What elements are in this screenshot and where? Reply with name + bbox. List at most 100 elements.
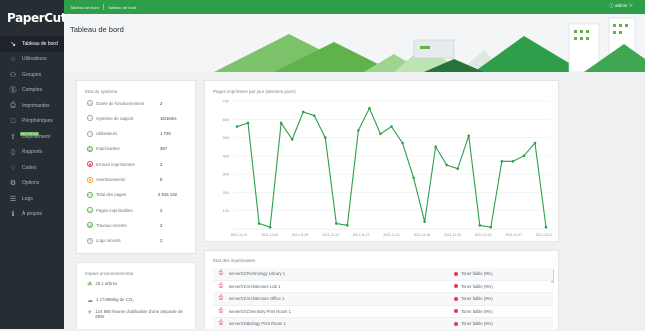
- status-value: 8: [160, 177, 163, 182]
- data-point: [412, 176, 415, 180]
- status-label: Total des pages: [96, 192, 127, 198]
- about-icon: ℹ: [11, 211, 15, 219]
- printer-error-icon: ⎙: [218, 270, 224, 277]
- data-point: [401, 141, 404, 145]
- report-icon: ▯: [11, 149, 15, 157]
- printer-status-text: Toner faible (9%): [461, 296, 493, 302]
- table-row[interactable]: ⎙ server01\Architecture Office 1 Toner fai…: [213, 293, 553, 306]
- sidebar-item-groupes[interactable]: ⚇ Groupes: [0, 67, 64, 83]
- x-tick-label: 2021-11-17: [353, 233, 370, 237]
- y-tick-label: 700: [223, 100, 229, 104]
- error-icon: ✖: [87, 161, 93, 168]
- data-point: [257, 222, 261, 225]
- printer-error-icon: ⎙: [218, 320, 224, 327]
- data-point: [511, 160, 515, 163]
- sidebar-item-comptes[interactable]: Ⓢ Comptes: [0, 83, 64, 99]
- sidebar-item-imprimantes[interactable]: ⎙ Imprimantes: [0, 98, 64, 114]
- page-icon: ▭: [87, 191, 93, 198]
- sidebar-item-label: Utilisateurs: [22, 56, 47, 63]
- breadcrumb-item[interactable]: Tableau de bord: [70, 5, 99, 10]
- sidebar-item-utilisateurs[interactable]: ○ Utilisateurs: [0, 52, 64, 68]
- status-dot-icon: [454, 309, 458, 314]
- breadcrumb-item[interactable]: Tableau de bord: [108, 5, 137, 10]
- sidebar-item-p-riph-riques[interactable]: □ Périphériques: [0, 114, 64, 130]
- table-row[interactable]: ⎙ server01\Technology Library 1 Toner faib…: [213, 268, 553, 281]
- papercut-logo[interactable]: PaperCutNG: [0, 0, 84, 36]
- dashboard-icon: ↘: [10, 40, 16, 48]
- printer-status-text: Toner faible (9%): [461, 308, 493, 314]
- printer-name: server01\Biology Print Room 1: [229, 321, 286, 327]
- sidebar-item-d-ploiement[interactable]: ⇧ Déploiement NOUVEAU: [0, 129, 64, 145]
- status-value: 16/16ms: [160, 115, 177, 121]
- y-tick-label: 400: [223, 154, 229, 158]
- sidebar-item-codes[interactable]: ♢ Codes: [0, 160, 64, 176]
- sidebar-item-label: Imprimantes: [22, 102, 50, 109]
- data-point: [467, 134, 471, 138]
- tree-icon: ☘: [87, 282, 93, 288]
- status-label: Pages imprimables: [96, 207, 133, 213]
- table-row[interactable]: ⎙ server01\Chemistry Print Room 1 Toner fa…: [213, 306, 553, 318]
- co2-icon: ☁: [87, 298, 93, 304]
- printer-icon: ⎙: [87, 145, 93, 152]
- status-value: 2: [160, 161, 163, 167]
- printer-status-text: Toner faible (9%): [461, 271, 493, 277]
- logo-main: PaperCut: [7, 11, 67, 25]
- sidebar-item-logs[interactable]: ☰ Logs: [0, 191, 64, 207]
- sidebar-item-label: Tableau de bord: [22, 40, 58, 47]
- panel-title: État du système: [85, 89, 118, 94]
- y-tick-label: 600: [223, 118, 229, 122]
- panel-title: Impact environnemental: [85, 271, 134, 276]
- status-label: Travaux récents: [96, 222, 127, 228]
- status-row: ◷ Durée de fonctionnement 2: [87, 100, 177, 106]
- status-label: Erreurs imprimantes: [96, 161, 135, 167]
- printer-status-panel: État des imprimantes ⎙ server01\Technolog…: [204, 250, 559, 331]
- user-menu[interactable]: ⓘ admin ∨: [609, 3, 633, 9]
- status-dot-icon: [454, 271, 458, 276]
- printer-name: server01\Chemistry Print Room 1: [229, 308, 291, 314]
- table-row[interactable]: ⎙ server01\Architecture Lab 1 Toner faible…: [213, 281, 553, 293]
- data-point: [235, 125, 239, 128]
- pages-line-chart: 700 600 500 400 300 200 100 2021-11-01 2021-11-0…: [223, 100, 553, 238]
- breadcrumb-separator: [102, 4, 104, 10]
- data-point: [335, 222, 338, 225]
- status-label: Système de rapport: [96, 115, 134, 121]
- data-point: [533, 141, 537, 145]
- data-point: [279, 121, 283, 125]
- x-tick-label: 2021-12-03: [475, 233, 492, 237]
- printer-icon: ⎙: [10, 101, 16, 109]
- printer-error-icon: ⎙: [218, 295, 224, 302]
- status-row: ▤ Travaux récents 2: [87, 222, 177, 229]
- status-label: Durée de fonctionnement: [96, 100, 145, 106]
- status-value: 2: [160, 100, 163, 106]
- data-point: [290, 138, 294, 141]
- status-label: Logs récents: [96, 238, 121, 244]
- data-point: [368, 107, 371, 110]
- printer-status: Toner faible (9%): [454, 321, 493, 326]
- logs-icon: ☰: [9, 195, 17, 203]
- env-row: ☘ 20,1 arbres: [87, 281, 192, 288]
- status-label: Imprimantes: [96, 146, 120, 152]
- data-point: [478, 224, 482, 227]
- page-icon: ▭: [87, 207, 93, 214]
- data-point: [489, 225, 493, 229]
- code-icon: ♢: [9, 164, 17, 172]
- bulb-icon: ☀: [87, 310, 93, 316]
- data-point: [323, 136, 327, 139]
- sidebar-item-options[interactable]: ⚙ Options: [0, 176, 64, 192]
- printer-status: Toner faible (9%): [454, 296, 493, 301]
- status-value: 2: [160, 207, 163, 213]
- sidebar-item-tableau-de-bord[interactable]: ↘ Tableau de bord: [0, 36, 64, 52]
- data-point: [312, 114, 316, 117]
- env-value: 124 880 heures d'utilisation d'une ampou…: [95, 309, 183, 319]
- sidebar-item-rapports[interactable]: ▯ Rapports: [0, 145, 64, 161]
- user-icon: ○: [87, 130, 93, 137]
- printer-status: Toner faible (9%): [454, 271, 493, 276]
- sidebar-item--propos[interactable]: ℹ À propos: [0, 207, 64, 223]
- deploy-icon: ⇧: [10, 133, 16, 141]
- sidebar-item-label: Comptes: [22, 87, 43, 94]
- x-tick-label: 2021-12-07: [505, 233, 522, 237]
- data-point: [456, 167, 460, 170]
- data-point: [500, 160, 504, 163]
- sidebar-item-label: Rapports: [22, 149, 43, 156]
- printer-status-table: ⎙ server01\Technology Library 1 Toner faib…: [213, 268, 553, 331]
